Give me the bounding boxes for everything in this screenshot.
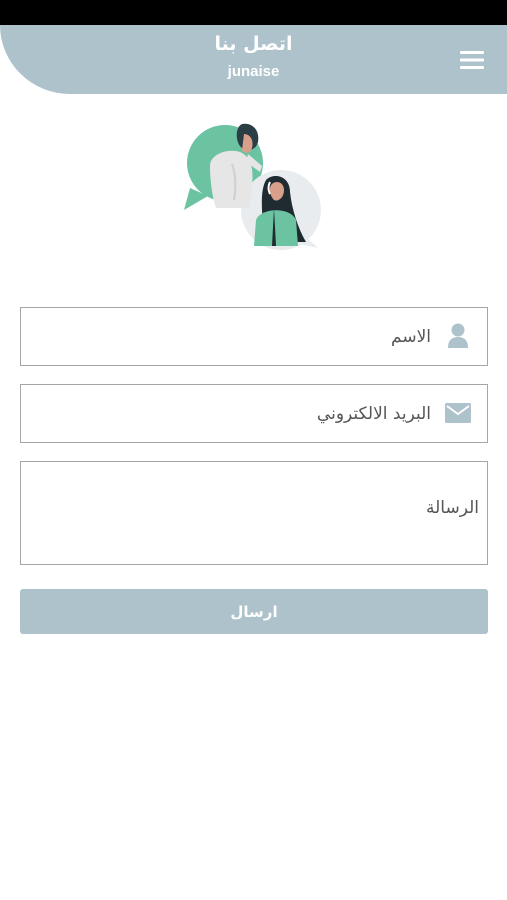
- message-field[interactable]: [20, 461, 488, 565]
- email-input[interactable]: [33, 385, 431, 442]
- user-icon: [445, 323, 471, 349]
- contact-support-illustration: [184, 123, 321, 250]
- name-field[interactable]: [20, 307, 488, 366]
- envelope-icon: [445, 400, 471, 426]
- message-input[interactable]: [33, 498, 479, 556]
- app-header: اتصل بنا junaise: [0, 25, 507, 94]
- email-field[interactable]: [20, 384, 488, 443]
- app-subtitle: junaise: [227, 63, 280, 80]
- submit-button[interactable]: ارسال: [20, 589, 488, 634]
- status-bar: [0, 0, 507, 25]
- page-title: اتصل بنا: [214, 33, 293, 55]
- menu-button[interactable]: [456, 47, 488, 73]
- name-input[interactable]: [33, 308, 431, 365]
- hamburger-menu-icon: [460, 51, 484, 69]
